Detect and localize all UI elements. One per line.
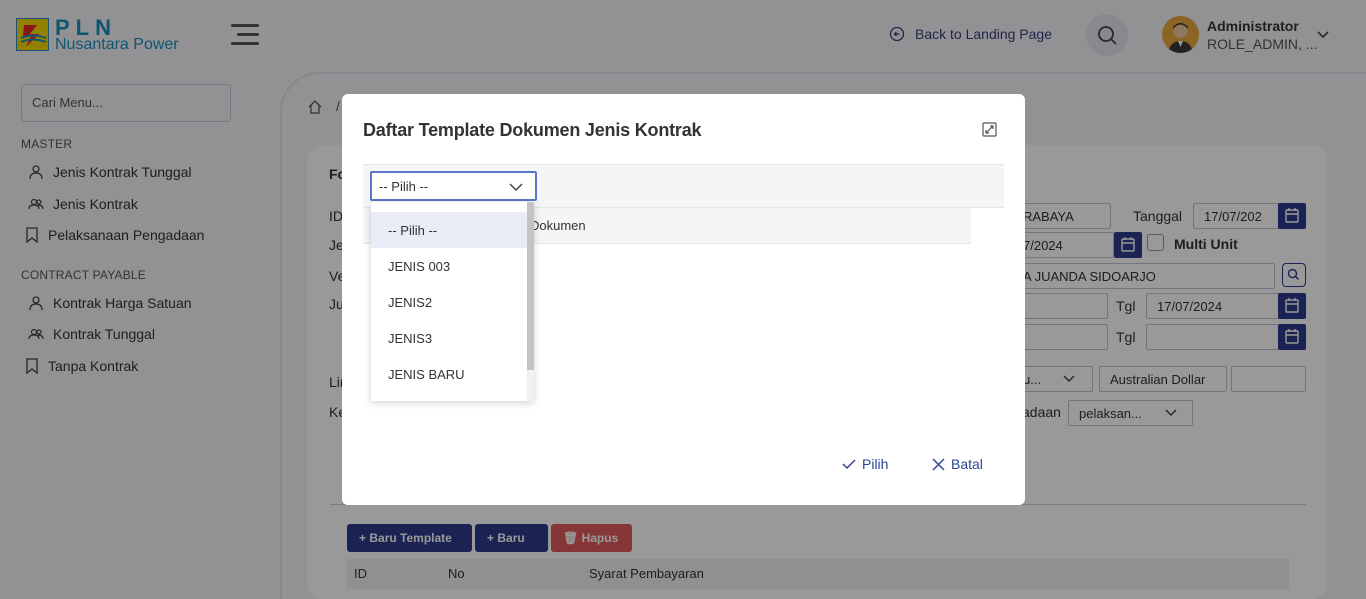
template-dialog: Daftar Template Dokumen Jenis Kontrak Do… bbox=[342, 94, 1025, 505]
dropdown-option[interactable]: JENIS 003 bbox=[371, 248, 527, 284]
close-icon bbox=[932, 457, 945, 471]
dropdown-option[interactable]: -- Pilih -- bbox=[371, 212, 527, 248]
pilih-label: Pilih bbox=[862, 456, 889, 472]
chevron-down-icon bbox=[509, 183, 523, 192]
dropdown-scrollbar[interactable] bbox=[527, 202, 534, 401]
dropdown-option[interactable]: JENIS3 bbox=[371, 320, 527, 356]
jenis-select-value: -- Pilih -- bbox=[379, 179, 429, 194]
pilih-button[interactable]: Pilih bbox=[842, 456, 888, 472]
batal-button[interactable]: Batal bbox=[932, 456, 983, 472]
dialog-title: Daftar Template Dokumen Jenis Kontrak bbox=[363, 120, 702, 140]
jenis-select[interactable]: -- Pilih -- bbox=[370, 171, 537, 201]
dropdown-option[interactable]: JENIS BARU bbox=[371, 356, 527, 392]
jenis-dropdown-list: -- Pilih -- JENIS 003 JENIS2 JENIS3 JENI… bbox=[371, 202, 534, 401]
column-header-dokumen: Dokumen bbox=[530, 218, 586, 233]
dropdown-option[interactable]: JENIS2 bbox=[371, 284, 527, 320]
batal-label: Batal bbox=[951, 456, 983, 472]
scrollbar-thumb[interactable] bbox=[527, 202, 534, 370]
check-icon bbox=[842, 459, 856, 470]
maximize-icon[interactable] bbox=[982, 122, 997, 137]
